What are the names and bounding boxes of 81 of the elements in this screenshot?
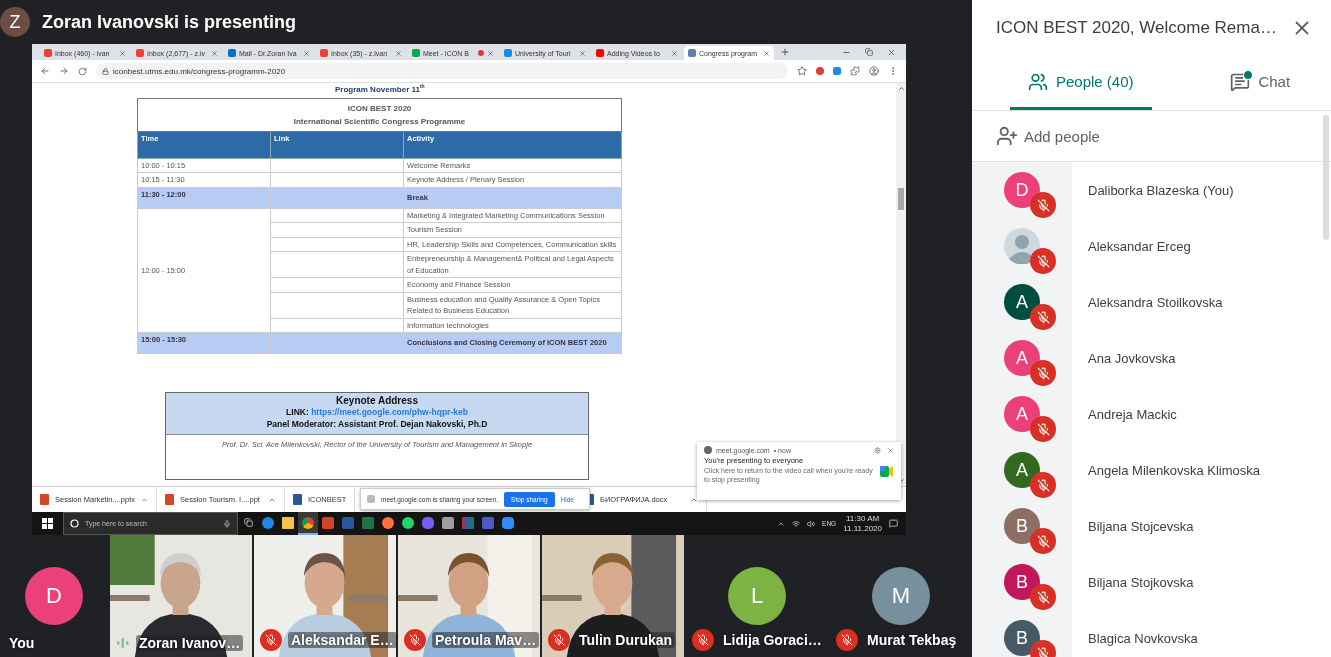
presenter-avatar: Z <box>0 7 30 37</box>
reload-icon[interactable] <box>78 66 87 76</box>
bookmark-star-icon[interactable] <box>797 66 807 76</box>
participant-avatar: M <box>872 567 930 625</box>
scroll-thumb[interactable] <box>898 188 904 210</box>
moderator-text: Panel Moderator: Assistant Prof. Dejan Nakovski, Ph.D <box>266 418 488 431</box>
camera-icon <box>880 466 893 477</box>
participant-name: Daliborka Blazeska (You) <box>1087 182 1234 198</box>
volume-icon[interactable] <box>807 519 816 528</box>
close-icon[interactable] <box>211 49 218 57</box>
mic-icon[interactable] <box>223 519 231 528</box>
participant-avatar: A <box>1004 452 1040 488</box>
close-icon[interactable] <box>887 47 896 57</box>
close-icon[interactable] <box>303 49 310 57</box>
settings-icon[interactable] <box>874 446 881 454</box>
participant-name: Ana Jovkovska <box>1087 350 1176 366</box>
profile-icon[interactable] <box>869 66 879 76</box>
file-icon <box>293 494 302 505</box>
scroll-up-icon[interactable] <box>897 85 905 92</box>
participant-name: Blagica Novkovska <box>1087 630 1198 646</box>
scrollbar[interactable] <box>1323 115 1329 240</box>
participant-avatar: L <box>728 567 786 625</box>
unread-dot-icon <box>1243 69 1254 80</box>
close-icon[interactable] <box>763 49 770 57</box>
participant-avatar: A <box>1004 396 1040 432</box>
file-icon <box>40 494 49 505</box>
windows-start-icon[interactable] <box>42 518 53 529</box>
add-person-icon <box>996 125 1018 147</box>
participant-name: Biljana Stojcevska <box>1087 518 1194 534</box>
participant-name: Aleksandar Erceg <box>1087 238 1191 254</box>
participant-name: Aleksandra Stoilkovska <box>1087 294 1223 310</box>
participant-name: Tulin Durukan <box>576 632 676 648</box>
page-heading: Program November 11$^{th}$ <box>335 83 426 94</box>
address-field[interactable]: iconbest.utms.edu.mk/congress-programm-2020 <box>96 63 788 79</box>
close-icon[interactable] <box>119 49 126 57</box>
participant-avatar: B <box>1004 620 1040 656</box>
participant-name: Angela Milenkovska Klimoska <box>1087 462 1260 478</box>
close-icon[interactable] <box>671 49 678 57</box>
participant-name: Zoran Ivanov… <box>136 635 244 651</box>
close-icon[interactable] <box>579 49 586 57</box>
extensions-icon[interactable] <box>850 66 860 76</box>
table-subtitle: International Scientific Congress Programme <box>293 116 466 126</box>
close-icon[interactable] <box>887 446 894 454</box>
participant-name: Petroula Mav… <box>432 632 540 648</box>
notifications-icon[interactable] <box>889 519 898 528</box>
extension-icon[interactable] <box>833 67 841 75</box>
panel-tab[interactable]: People (40) <box>1010 56 1152 110</box>
participant-avatar: B <box>1004 564 1040 600</box>
search-icon <box>70 519 79 528</box>
user-avatar <box>1004 228 1040 264</box>
scrollbar[interactable] <box>896 83 906 486</box>
chrome-icon <box>704 446 712 454</box>
clock[interactable]: 11:30 AM 11.11.2020 <box>843 513 882 534</box>
participant-avatar: D <box>25 567 83 625</box>
back-icon[interactable] <box>40 66 50 76</box>
participant-avatar: A <box>1004 340 1040 376</box>
keynote-title: Keynote Address <box>336 395 418 407</box>
extension-icon[interactable] <box>816 67 824 75</box>
close-icon[interactable] <box>395 49 402 57</box>
participant-avatar: A <box>1004 284 1040 320</box>
file-icon <box>165 494 174 505</box>
participant-name: Andreja Mackic <box>1087 406 1177 422</box>
keynote-link-line: LINK: https://meet.google.com/phw-hqpr-keb <box>286 406 468 419</box>
panel-title: ICON BEST 2020, Welcome Rema… <box>996 18 1278 38</box>
participant-avatar: D <box>1004 172 1040 208</box>
panel-tab[interactable]: Chat <box>1189 56 1331 110</box>
presenting-title: Zoran Ivanovski is presenting <box>42 11 297 33</box>
forward-icon[interactable] <box>59 66 69 76</box>
people-icon <box>1027 71 1048 92</box>
close-icon[interactable] <box>487 49 494 57</box>
participant-name: Aleksandar E… <box>288 632 396 648</box>
table-title: ICON BEST 2020 <box>347 103 412 113</box>
participant-name: Biljana Stojkovska <box>1087 574 1194 590</box>
restore-icon[interactable] <box>865 47 873 56</box>
lock-icon <box>102 67 109 75</box>
new-tab-icon[interactable] <box>780 47 790 57</box>
chat-icon <box>1230 71 1251 92</box>
app-icon[interactable] <box>298 512 318 535</box>
network-icon[interactable] <box>792 519 801 528</box>
page-icon <box>367 495 375 503</box>
participant-avatar: B <box>1004 508 1040 544</box>
